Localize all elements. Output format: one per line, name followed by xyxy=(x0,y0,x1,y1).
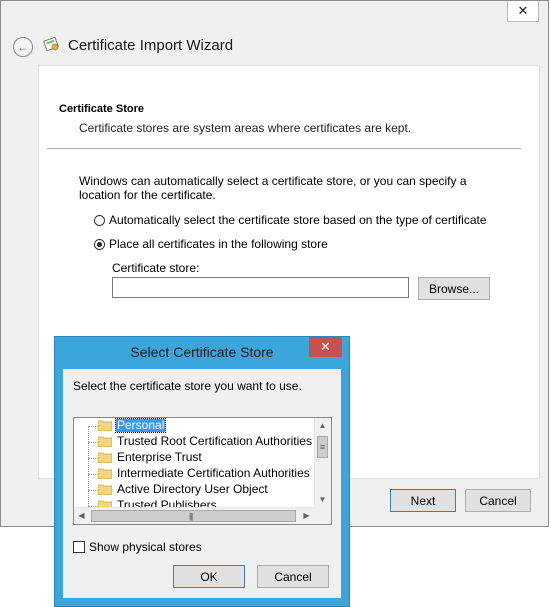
show-physical-stores-checkbox[interactable] xyxy=(73,541,85,553)
browse-button[interactable]: Browse... xyxy=(418,277,490,300)
vertical-scroll-thumb[interactable]: ≡ xyxy=(317,436,328,458)
dialog-title: Select Certificate Store xyxy=(130,344,274,360)
tree-connector xyxy=(88,490,98,491)
tree-item-label: Trusted Publishers xyxy=(117,498,217,508)
tree-item-label: Active Directory User Object xyxy=(117,482,268,496)
radio-auto-button[interactable] xyxy=(94,214,105,226)
tree-connector xyxy=(88,426,98,427)
tree-item-label: Trusted Root Certification Authorities xyxy=(117,434,312,448)
folder-icon xyxy=(98,468,112,479)
section-title: Certificate Store xyxy=(59,103,144,115)
dialog-prompt: Select the certificate store you want to… xyxy=(73,379,302,393)
radio-manual-label: Place all certificates in the following … xyxy=(109,237,328,251)
radio-manual-button[interactable] xyxy=(94,238,105,250)
horizontal-scrollbar[interactable]: ◀ ||| ▶ xyxy=(74,507,314,524)
folder-icon xyxy=(98,452,112,463)
close-icon[interactable]: ✕ xyxy=(507,1,539,22)
certificate-store-label: Certificate store: xyxy=(112,261,200,275)
tree-item-enterprise-trust[interactable]: Enterprise Trust xyxy=(74,450,314,466)
tree-item-label: Intermediate Certification Authorities xyxy=(117,466,310,480)
scroll-right-arrow-icon[interactable]: ▶ xyxy=(299,508,314,523)
dialog-close-icon[interactable]: ✕ xyxy=(309,337,342,357)
scroll-grip-icon: ||| xyxy=(189,512,193,521)
scroll-down-arrow-icon[interactable]: ▼ xyxy=(315,492,330,507)
dialog-body: Select the certificate store you want to… xyxy=(63,369,341,598)
scroll-left-arrow-icon[interactable]: ◀ xyxy=(74,508,89,523)
tree-item-personal[interactable]: Personal xyxy=(74,418,314,434)
store-tree-list: Personal Trusted Root Certification Auth… xyxy=(74,418,314,507)
tree-item-label: Personal xyxy=(114,418,167,433)
tree-connector xyxy=(88,458,98,459)
cancel-button[interactable]: Cancel xyxy=(465,489,531,512)
ok-button[interactable]: OK xyxy=(173,565,245,588)
select-certificate-store-dialog: Select Certificate Store ✕ Select the ce… xyxy=(54,336,350,607)
radio-place-all[interactable]: Place all certificates in the following … xyxy=(94,237,328,251)
folder-icon xyxy=(98,420,112,431)
tree-connector xyxy=(88,474,98,475)
tree-item-active-directory[interactable]: Active Directory User Object xyxy=(74,482,314,498)
tree-item-label: Enterprise Trust xyxy=(117,450,202,464)
folder-icon xyxy=(98,484,112,495)
tree-item-trusted-publishers[interactable]: Trusted Publishers xyxy=(74,498,314,507)
scrollbar-corner xyxy=(314,507,331,524)
next-button[interactable]: Next xyxy=(390,489,456,512)
vertical-scrollbar[interactable]: ▲ ≡ ▼ xyxy=(314,418,331,507)
radio-auto-label: Automatically select the certificate sto… xyxy=(109,213,487,227)
back-arrow-icon[interactable]: ← xyxy=(13,37,33,57)
store-description: Windows can automatically select a certi… xyxy=(79,174,467,202)
header-divider xyxy=(47,148,521,149)
wizard-header: ← Certificate Import Wizard xyxy=(1,23,548,65)
tree-connector xyxy=(88,442,98,443)
certificate-icon xyxy=(43,36,59,52)
show-physical-stores-option[interactable]: Show physical stores xyxy=(73,540,202,554)
radio-auto-select[interactable]: Automatically select the certificate sto… xyxy=(94,213,487,227)
scroll-up-arrow-icon[interactable]: ▲ xyxy=(315,418,330,433)
folder-icon xyxy=(98,500,112,507)
section-subtitle: Certificate stores are system areas wher… xyxy=(79,121,412,135)
horizontal-scroll-thumb[interactable]: ||| xyxy=(91,510,296,522)
dialog-cancel-button[interactable]: Cancel xyxy=(257,565,329,588)
folder-icon xyxy=(98,436,112,447)
tree-item-trusted-root[interactable]: Trusted Root Certification Authorities xyxy=(74,434,314,450)
tree-item-intermediate[interactable]: Intermediate Certification Authorities xyxy=(74,466,314,482)
wizard-title: Certificate Import Wizard xyxy=(68,37,234,54)
show-physical-stores-label: Show physical stores xyxy=(89,540,202,554)
certificate-store-field[interactable] xyxy=(112,277,409,298)
store-tree-view[interactable]: Personal Trusted Root Certification Auth… xyxy=(73,417,332,525)
